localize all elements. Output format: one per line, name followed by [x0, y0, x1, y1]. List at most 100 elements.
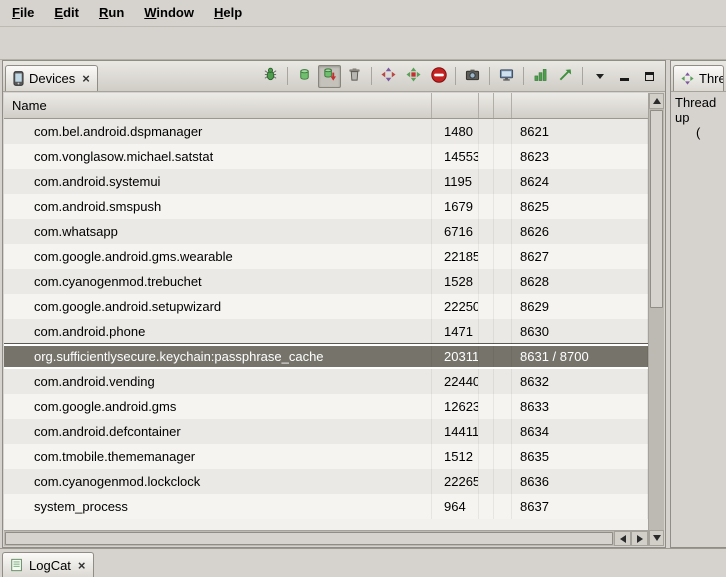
scroll-down-button[interactable] — [649, 530, 664, 546]
process-port-cell: 8634 — [512, 419, 648, 444]
column-header-pid[interactable] — [432, 93, 479, 118]
process-status2-cell — [494, 244, 512, 269]
maximize-button[interactable] — [638, 65, 661, 88]
table-row[interactable]: com.android.vending 22440 8632 — [4, 369, 648, 394]
table-row[interactable]: com.cyanogenmod.lockclock 22265 8636 — [4, 469, 648, 494]
table-row[interactable]: com.android.defcontainer 14411 8634 — [4, 419, 648, 444]
menu-file[interactable]: File — [2, 0, 44, 26]
tab-logcat[interactable]: LogCat × — [2, 552, 94, 577]
table-row[interactable]: com.tmobile.thememanager 1512 8635 — [4, 444, 648, 469]
table-row[interactable]: com.cyanogenmod.trebuchet 1528 8628 — [4, 269, 648, 294]
arrow-right-icon — [637, 535, 643, 543]
tab-devices[interactable]: Devices × — [5, 65, 98, 91]
debug-process-button[interactable] — [259, 65, 282, 88]
process-port-cell: 8632 — [512, 369, 648, 394]
tab-devices-label: Devices — [29, 71, 75, 86]
screen-capture-button[interactable] — [461, 65, 484, 88]
process-status2-cell — [494, 346, 512, 367]
process-name-cell: com.android.defcontainer — [4, 419, 432, 444]
process-name-cell: com.cyanogenmod.trebuchet — [4, 269, 432, 294]
horizontal-scrollbar[interactable] — [4, 530, 648, 546]
column-header-port[interactable] — [512, 93, 648, 118]
column-header-status1[interactable] — [479, 93, 494, 118]
process-port-cell: 8625 — [512, 194, 648, 219]
arrow-up-icon — [653, 98, 661, 104]
column-header-status2[interactable] — [494, 93, 512, 118]
update-heap-button[interactable] — [293, 65, 316, 88]
device-table: Name com.bel.android.dspmanager 1480 862… — [4, 93, 664, 546]
process-port-cell: 8629 — [512, 294, 648, 319]
scroll-right-button[interactable] — [631, 531, 648, 546]
process-status-cell — [479, 469, 494, 494]
process-name-cell: com.whatsapp — [4, 219, 432, 244]
method-profiling-button[interactable] — [402, 65, 425, 88]
table-row[interactable]: com.whatsapp 6716 8626 — [4, 219, 648, 244]
process-pid-cell: 6716 — [432, 219, 479, 244]
scroll-up-button[interactable] — [649, 93, 664, 109]
menu-run[interactable]: Run — [89, 0, 134, 26]
process-status2-cell — [494, 369, 512, 394]
device-process-list: com.bel.android.dspmanager 1480 8621 com… — [4, 119, 648, 530]
vscroll-track[interactable] — [649, 109, 664, 530]
table-row[interactable]: com.google.android.gms 12623 8633 — [4, 394, 648, 419]
screen-record-button[interactable] — [495, 65, 518, 88]
hscroll-thumb[interactable] — [5, 532, 613, 545]
process-status2-cell — [494, 319, 512, 344]
toolbar-separator — [582, 67, 583, 85]
view-menu-button[interactable] — [588, 65, 611, 88]
process-pid-cell: 22185 — [432, 244, 479, 269]
menu-edit[interactable]: Edit — [44, 0, 89, 26]
bottom-bar: LogCat × — [0, 548, 726, 577]
table-row[interactable]: com.google.android.gms.wearable 22185 86… — [4, 244, 648, 269]
process-status2-cell — [494, 269, 512, 294]
process-port-cell: 8636 — [512, 469, 648, 494]
minimize-button[interactable] — [613, 65, 636, 88]
scroll-left-button[interactable] — [614, 531, 631, 546]
vertical-scrollbar[interactable] — [648, 93, 664, 546]
menu-window[interactable]: Window — [134, 0, 204, 26]
menu-help[interactable]: Help — [204, 0, 252, 26]
process-port-cell: 8627 — [512, 244, 648, 269]
process-pid-cell: 20311 — [432, 346, 479, 367]
vscroll-thumb[interactable] — [650, 110, 663, 308]
process-pid-cell: 1679 — [432, 194, 479, 219]
dump-hprof-button[interactable] — [318, 65, 341, 88]
process-name-cell: com.android.smspush — [4, 194, 432, 219]
table-row[interactable]: com.android.smspush 1679 8625 — [4, 194, 648, 219]
process-pid-cell: 1471 — [432, 319, 479, 344]
table-row[interactable]: com.vonglasow.michael.satstat 14553 8623 — [4, 144, 648, 169]
process-port-cell: 8630 — [512, 319, 648, 344]
table-row[interactable]: com.bel.android.dspmanager 1480 8621 — [4, 119, 648, 144]
process-status-cell — [479, 219, 494, 244]
process-port-cell: 8635 — [512, 444, 648, 469]
close-icon[interactable]: × — [78, 558, 86, 573]
process-status2-cell — [494, 194, 512, 219]
column-header-name[interactable]: Name — [4, 93, 432, 118]
process-status-cell — [479, 169, 494, 194]
bar-chart-icon — [533, 67, 548, 85]
threads-body: Thread up ( — [671, 92, 726, 143]
sysinfo-button[interactable] — [529, 65, 552, 88]
table-row[interactable]: com.android.phone 1471 8630 — [4, 319, 648, 344]
table-row[interactable]: org.sufficientlysecure.keychain:passphra… — [4, 344, 648, 369]
update-threads-button[interactable] — [377, 65, 400, 88]
hierarchy-view-button[interactable] — [554, 65, 577, 88]
ddms-window: File Edit Run Window Help Devices × — [0, 0, 726, 60]
main-toolbar — [0, 27, 726, 60]
threads-view-header: Threa — [671, 61, 726, 92]
menubar: File Edit Run Window Help — [0, 0, 726, 27]
process-status-cell — [479, 269, 494, 294]
tab-threads[interactable]: Threa — [673, 65, 724, 91]
close-icon[interactable]: × — [82, 71, 90, 86]
stop-process-button[interactable] — [427, 65, 450, 88]
process-port-cell: 8624 — [512, 169, 648, 194]
process-port-cell: 8633 — [512, 394, 648, 419]
process-status-cell — [479, 244, 494, 269]
toolbar-separator — [455, 67, 456, 85]
cause-gc-button[interactable] — [343, 65, 366, 88]
table-row[interactable]: com.google.android.setupwizard 22250 862… — [4, 294, 648, 319]
table-row[interactable]: system_process 964 8637 — [4, 494, 648, 519]
table-row[interactable]: com.android.systemui 1195 8624 — [4, 169, 648, 194]
trash-icon — [347, 67, 362, 85]
process-pid-cell: 12623 — [432, 394, 479, 419]
